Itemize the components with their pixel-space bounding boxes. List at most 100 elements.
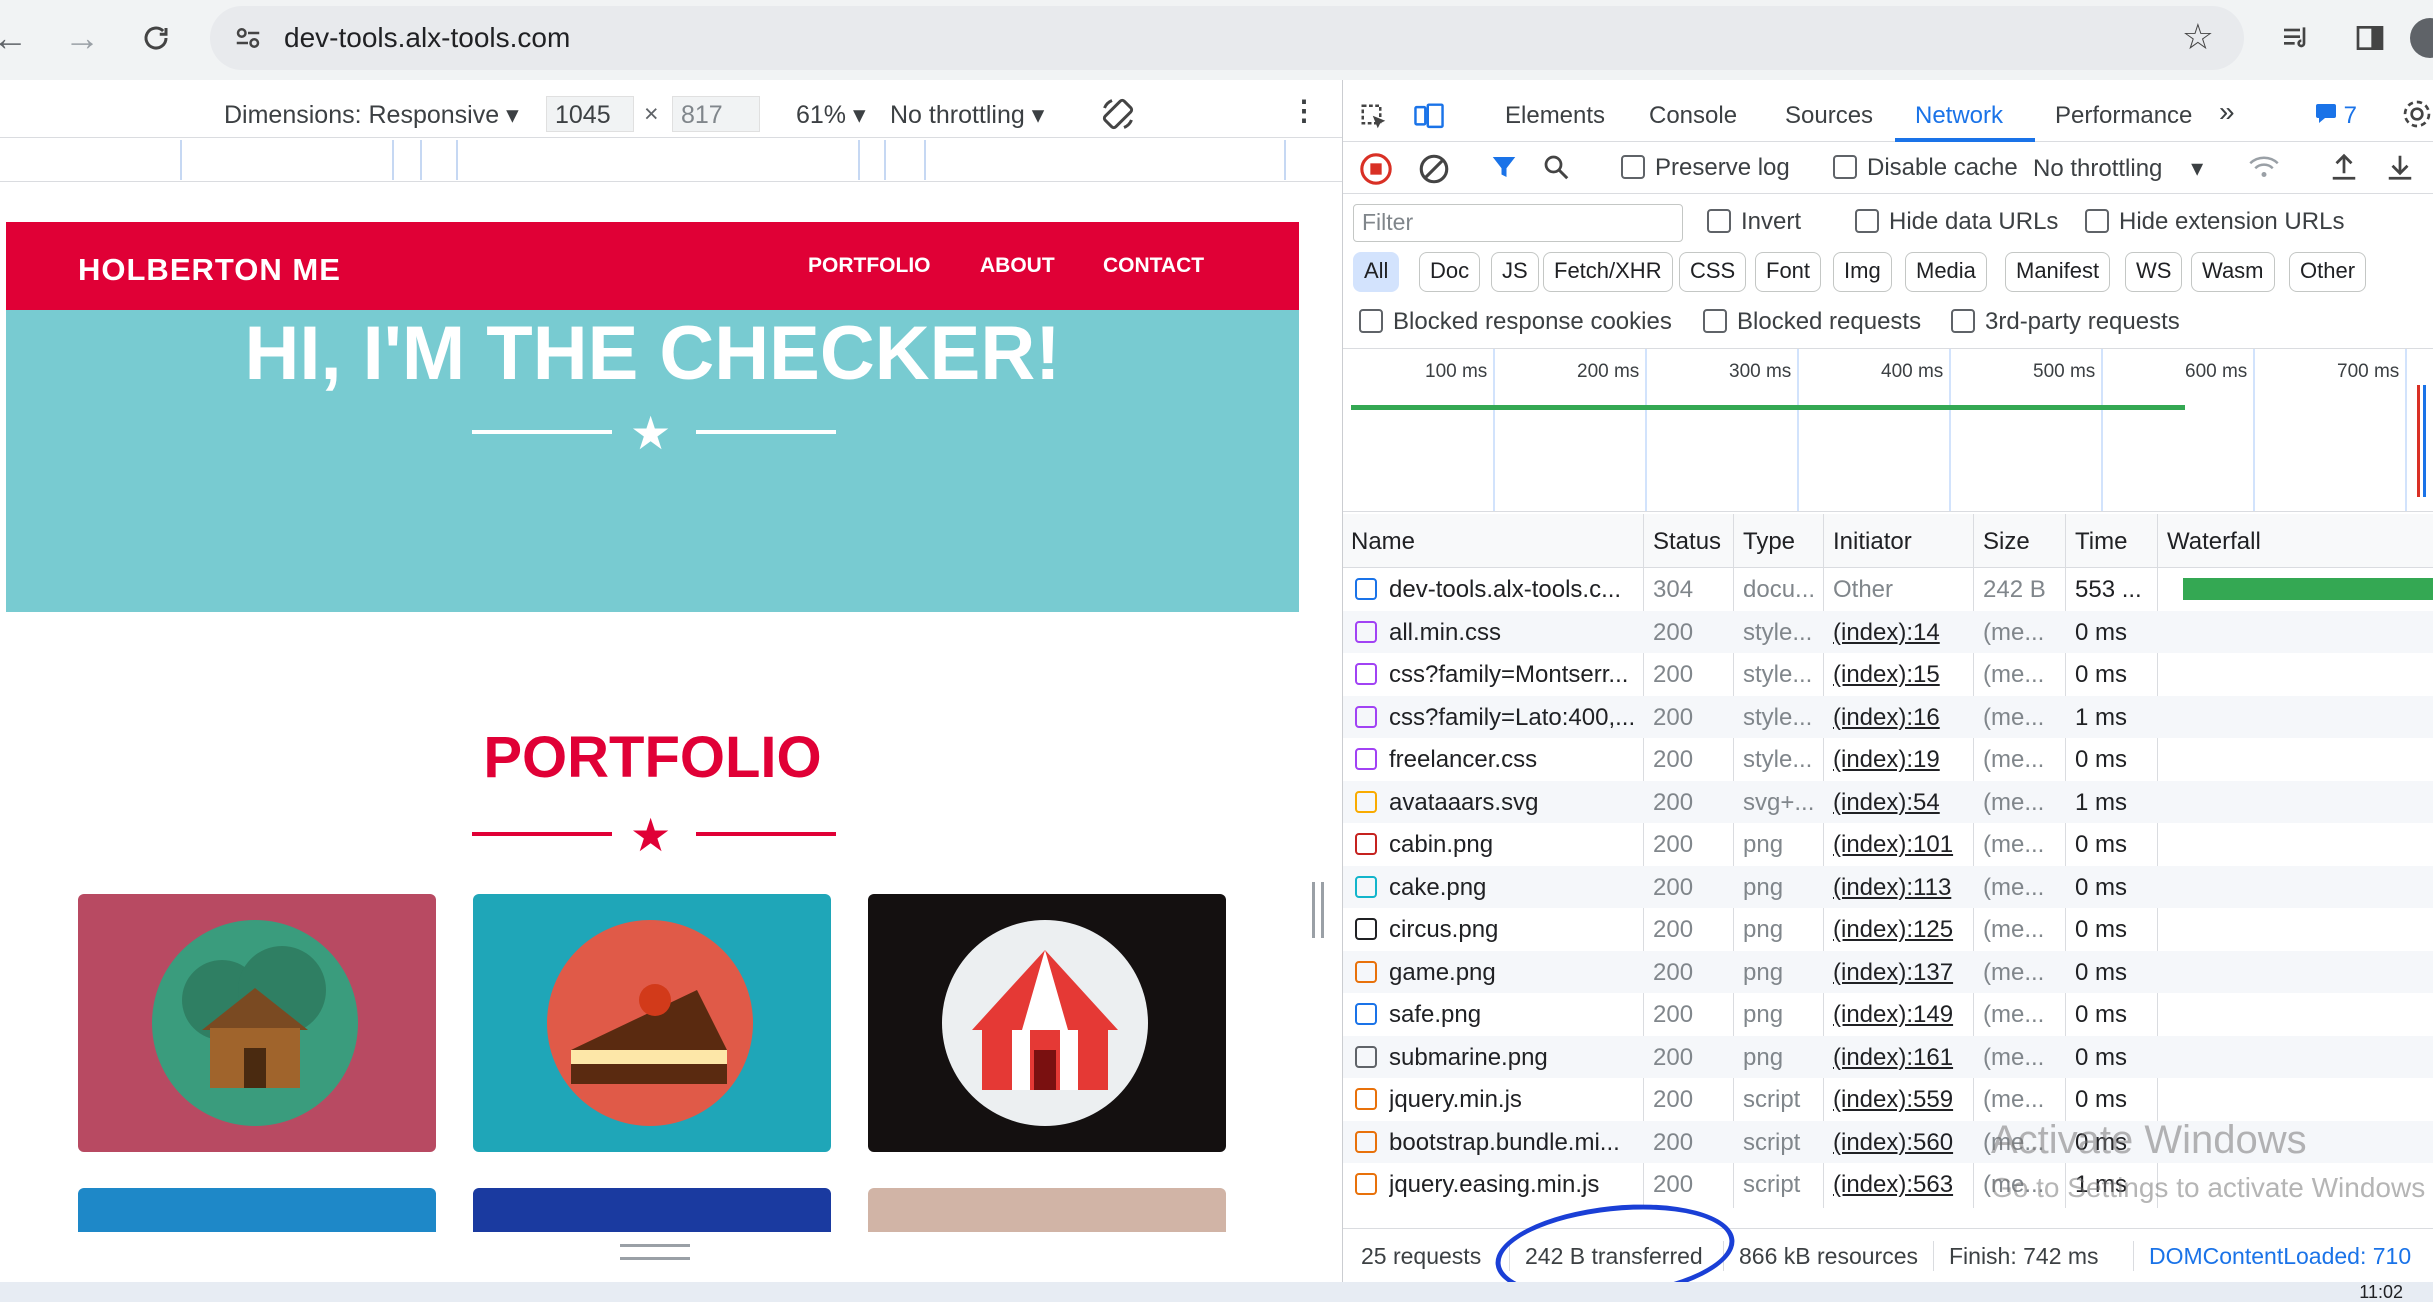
- request-initiator[interactable]: (index):563: [1833, 1171, 1973, 1199]
- invert-checkbox[interactable]: Invert: [1707, 208, 1801, 236]
- hide-data-urls-checkbox[interactable]: Hide data URLs: [1855, 208, 2058, 236]
- request-initiator[interactable]: (index):137: [1833, 959, 1973, 987]
- bookmark-star-icon[interactable]: ☆: [2182, 16, 2214, 58]
- table-row[interactable]: css?family=Montserr... 200 style... (index)…: [1343, 653, 2433, 696]
- table-row[interactable]: cabin.png 200 png (index):101 (me... 0 ms: [1343, 823, 2433, 866]
- forward-arrow-icon[interactable]: →: [58, 14, 106, 62]
- request-initiator[interactable]: (index):559: [1833, 1086, 1973, 1114]
- preserve-log-checkbox[interactable]: Preserve log: [1621, 154, 1790, 182]
- chip-other[interactable]: Other: [2289, 252, 2367, 292]
- chip-js[interactable]: JS: [1491, 252, 1539, 292]
- column-size[interactable]: Size: [1983, 528, 2030, 556]
- filter-input[interactable]: Filter: [1353, 204, 1683, 242]
- more-options-icon[interactable]: ⋮: [1290, 94, 1318, 127]
- tab-network[interactable]: Network: [1915, 102, 2003, 130]
- nav-link-about[interactable]: ABOUT: [980, 254, 1055, 278]
- portfolio-item-cake[interactable]: [473, 894, 831, 1152]
- portfolio-item-safe[interactable]: [473, 1188, 831, 1232]
- inspect-element-icon[interactable]: [1359, 102, 1389, 139]
- request-initiator[interactable]: (index):560: [1833, 1129, 1973, 1157]
- import-har-icon[interactable]: [2329, 152, 2359, 189]
- chip-font[interactable]: Font: [1755, 252, 1822, 292]
- reading-list-icon[interactable]: [2274, 16, 2318, 60]
- network-overview-timeline[interactable]: 100 ms 200 ms 300 ms 400 ms 500 ms 600 m…: [1343, 348, 2433, 512]
- back-arrow-icon[interactable]: ←: [0, 14, 34, 62]
- tab-performance[interactable]: Performance: [2055, 102, 2192, 130]
- table-row[interactable]: circus.png 200 png (index):125 (me... 0 ms: [1343, 908, 2433, 951]
- record-stop-icon[interactable]: [1359, 152, 1393, 193]
- column-type[interactable]: Type: [1743, 528, 1795, 556]
- site-info-icon[interactable]: [230, 20, 266, 56]
- chip-fetch-xhr[interactable]: Fetch/XHR: [1543, 252, 1673, 292]
- table-row[interactable]: jquery.min.js 200 script (index):559 (me... 0…: [1343, 1078, 2433, 1121]
- device-toggle-icon[interactable]: [1413, 102, 1445, 139]
- column-name[interactable]: Name: [1351, 528, 1415, 556]
- viewport-bottom-resize-handle[interactable]: [620, 1244, 690, 1260]
- table-row[interactable]: cake.png 200 png (index):113 (me... 0 ms: [1343, 865, 2433, 908]
- export-har-icon[interactable]: [2385, 152, 2415, 189]
- dimensions-dropdown[interactable]: Dimensions: Responsive ▾: [224, 100, 519, 130]
- blocked-requests-checkbox[interactable]: Blocked requests: [1703, 308, 1921, 336]
- nav-link-contact[interactable]: CONTACT: [1103, 254, 1204, 278]
- zoom-dropdown[interactable]: 61% ▾: [796, 100, 866, 130]
- chip-img[interactable]: Img: [1833, 252, 1892, 292]
- table-row[interactable]: safe.png 200 png (index):149 (me... 0 ms: [1343, 993, 2433, 1036]
- table-row[interactable]: all.min.css 200 style... (index):14 (me... 0 …: [1343, 610, 2433, 653]
- chip-ws[interactable]: WS: [2125, 252, 2183, 292]
- request-initiator[interactable]: (index):16: [1833, 704, 1973, 732]
- nav-link-portfolio[interactable]: PORTFOLIO: [808, 254, 931, 278]
- chip-wasm[interactable]: Wasm: [2191, 252, 2275, 292]
- request-initiator[interactable]: (index):14: [1833, 619, 1973, 647]
- portfolio-item-cabin[interactable]: [78, 894, 436, 1152]
- network-throttling-dropdown[interactable]: No throttling ▾: [2033, 154, 2203, 183]
- column-initiator[interactable]: Initiator: [1833, 528, 1912, 556]
- table-row[interactable]: submarine.png 200 png (index):161 (me... 0 ms: [1343, 1035, 2433, 1078]
- tab-console[interactable]: Console: [1649, 102, 1737, 130]
- request-initiator[interactable]: (index):125: [1833, 916, 1973, 944]
- table-row[interactable]: dev-tools.alx-tools.c... 304 docu... Other 2…: [1343, 568, 2433, 611]
- reload-icon[interactable]: [132, 14, 180, 62]
- search-icon[interactable]: [1541, 152, 1571, 189]
- portfolio-item-game[interactable]: [78, 1188, 436, 1232]
- device-throttling-dropdown[interactable]: No throttling ▾: [890, 100, 1044, 130]
- side-panel-icon[interactable]: [2348, 16, 2392, 60]
- table-row[interactable]: css?family=Lato:400,... 200 style... (index…: [1343, 695, 2433, 738]
- network-conditions-icon[interactable]: [2247, 152, 2281, 189]
- third-party-checkbox[interactable]: 3rd-party requests: [1951, 308, 2180, 336]
- column-waterfall[interactable]: Waterfall: [2167, 528, 2261, 556]
- disable-cache-checkbox[interactable]: Disable cache: [1833, 154, 2018, 182]
- request-initiator[interactable]: (index):113: [1833, 874, 1973, 902]
- address-bar[interactable]: dev-tools.alx-tools.com ☆: [210, 6, 2244, 70]
- tab-elements[interactable]: Elements: [1505, 102, 1605, 130]
- site-brand[interactable]: HOLBERTON ME: [78, 252, 341, 288]
- request-initiator[interactable]: (index):161: [1833, 1044, 1973, 1072]
- url-text[interactable]: dev-tools.alx-tools.com: [284, 22, 570, 54]
- chip-all[interactable]: All: [1353, 252, 1400, 292]
- column-status[interactable]: Status: [1653, 528, 1721, 556]
- viewport-resize-handle[interactable]: [1312, 882, 1324, 938]
- tab-sources[interactable]: Sources: [1785, 102, 1873, 130]
- request-initiator[interactable]: (index):54: [1833, 789, 1973, 817]
- height-input[interactable]: 817: [672, 96, 760, 132]
- more-tabs-icon[interactable]: »: [2219, 96, 2235, 128]
- column-time[interactable]: Time: [2075, 528, 2127, 556]
- chip-doc[interactable]: Doc: [1419, 252, 1481, 292]
- width-input[interactable]: 1045: [546, 96, 634, 132]
- portfolio-item-circus[interactable]: [868, 894, 1226, 1152]
- rotate-icon[interactable]: [1100, 96, 1136, 139]
- clear-log-icon[interactable]: [1417, 152, 1451, 193]
- request-initiator[interactable]: (index):19: [1833, 746, 1973, 774]
- table-row[interactable]: freelancer.css 200 style... (index):19 (me..…: [1343, 738, 2433, 781]
- blocked-cookies-checkbox[interactable]: Blocked response cookies: [1359, 308, 1672, 336]
- request-initiator[interactable]: (index):149: [1833, 1001, 1973, 1029]
- profile-avatar[interactable]: [2410, 18, 2433, 58]
- issues-badge[interactable]: 7: [2315, 102, 2357, 130]
- settings-gear-icon[interactable]: [2401, 98, 2433, 137]
- table-row[interactable]: game.png 200 png (index):137 (me... 0 ms: [1343, 950, 2433, 993]
- request-initiator[interactable]: (index):101: [1833, 831, 1973, 859]
- portfolio-item-submarine[interactable]: [868, 1188, 1226, 1232]
- chip-manifest[interactable]: Manifest: [2005, 252, 2111, 292]
- table-row[interactable]: avataaars.svg 200 svg+... (index):54 (me... 1…: [1343, 780, 2433, 823]
- chip-css[interactable]: CSS: [1679, 252, 1747, 292]
- request-initiator[interactable]: (index):15: [1833, 661, 1973, 689]
